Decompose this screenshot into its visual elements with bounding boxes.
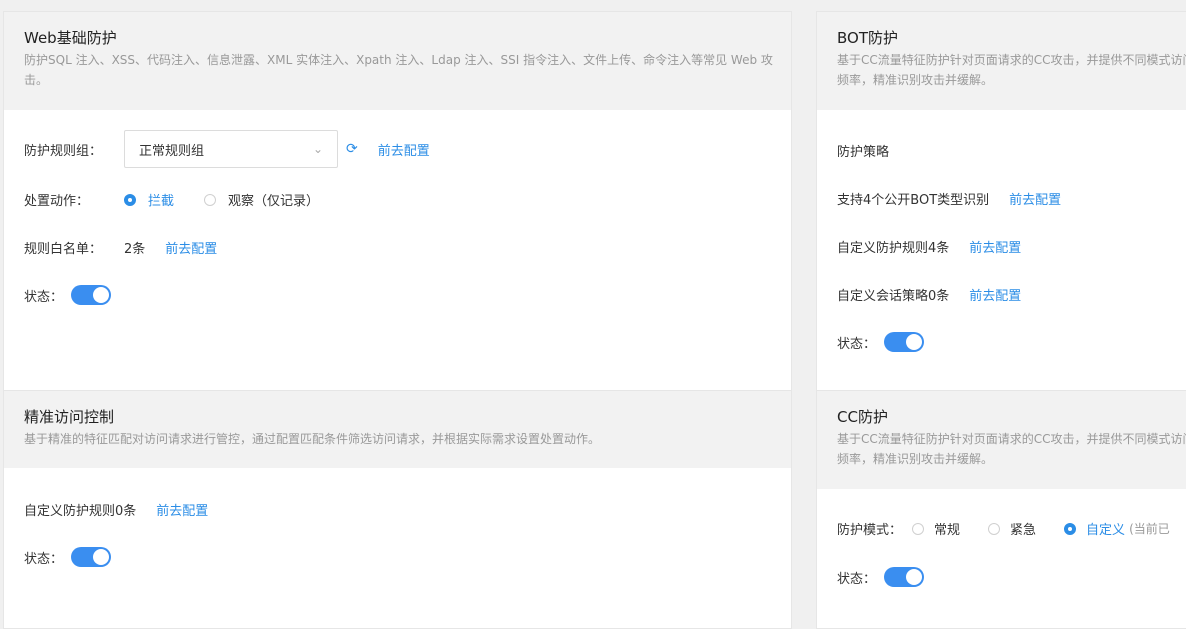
access-config-link[interactable]: 前去配置 <box>156 500 208 519</box>
bot-protection-title: BOT防护 <box>837 29 898 47</box>
web-protection-desc: 防护SQL 注入、XSS、代码注入、信息泄露、XML 实体注入、Xpath 注入… <box>24 53 773 87</box>
bot-status-row: 状态： <box>837 332 925 352</box>
bot-item1-row: 支持4个公开BOT类型识别 前去配置 <box>837 189 1061 208</box>
cc-protection-title: CC防护 <box>837 408 888 426</box>
radio-observe-label[interactable]: 观察（仅记录） <box>228 190 319 209</box>
bot-item3-config-link[interactable]: 前去配置 <box>969 285 1021 304</box>
bot-strategy-row: 防护策略 <box>837 141 889 160</box>
bot-protection-desc: 基于CC流量特征防护针对页面请求的CC攻击，并提供不同模式访问频率，精准识别攻击… <box>837 53 1186 87</box>
whitelist-config-link[interactable]: 前去配置 <box>165 238 217 257</box>
bot-protection-card: BOT防护 基于CC流量特征防护针对页面请求的CC攻击，并提供不同模式访问频率，… <box>816 11 1186 391</box>
rule-group-value: 正常规则组 <box>139 143 205 159</box>
access-rule-text: 自定义防护规则0条 <box>24 504 137 519</box>
web-protection-card: Web基础防护 防护SQL 注入、XSS、代码注入、信息泄露、XML 实体注入、… <box>3 11 792 391</box>
action-row: 处置动作： 拦截 观察（仅记录） <box>24 190 319 209</box>
status-label: 状态： <box>837 336 877 352</box>
whitelist-row: 规则白名单： 2条 前去配置 <box>24 238 217 257</box>
bot-item2-row: 自定义防护规则4条 前去配置 <box>837 237 1021 256</box>
bot-item1-config-link[interactable]: 前去配置 <box>1009 189 1061 208</box>
cc-status-toggle[interactable] <box>884 567 925 587</box>
cc-status-row: 状态： <box>837 567 925 587</box>
chevron-down-icon: ⌄ <box>312 142 323 156</box>
bot-item3-text: 自定义会话策略0条 <box>837 289 950 304</box>
cc-protection-desc: 基于CC流量特征防护针对页面请求的CC攻击，并提供不同模式访问频率，精准识别攻击… <box>837 432 1186 466</box>
status-label: 状态： <box>24 551 64 567</box>
access-control-card: 精准访问控制 基于精准的特征匹配对访问请求进行管控，通过配置匹配条件筛选访问请求… <box>3 390 792 629</box>
access-status-toggle[interactable] <box>71 547 112 567</box>
access-control-desc: 基于精准的特征匹配对访问请求进行管控，通过配置匹配条件筛选访问请求，并根据实际需… <box>24 432 601 446</box>
cc-mode-note: (当前已 <box>1129 522 1170 536</box>
bot-item3-row: 自定义会话策略0条 前去配置 <box>837 285 1021 304</box>
rule-group-config-link[interactable]: 前去配置 <box>378 140 430 159</box>
status-label: 状态： <box>837 571 877 587</box>
cc-mode-label: 防护模式： <box>837 523 903 538</box>
radio-custom-label[interactable]: 自定义 <box>1086 519 1125 538</box>
rule-group-select[interactable]: 正常规则组 ⌄ <box>124 130 338 168</box>
bot-status-toggle[interactable] <box>884 332 925 352</box>
rule-group-label: 防护规则组： <box>24 143 103 159</box>
web-status-row: 状态： <box>24 285 112 305</box>
access-control-header: 精准访问控制 基于精准的特征匹配对访问请求进行管控，通过配置匹配条件筛选访问请求… <box>4 391 791 468</box>
access-rule-row: 自定义防护规则0条 前去配置 <box>24 500 208 519</box>
radio-block[interactable] <box>124 193 136 206</box>
bot-item1-text: 支持4个公开BOT类型识别 <box>837 193 990 208</box>
web-status-toggle[interactable] <box>71 285 112 305</box>
whitelist-count: 2条 <box>124 242 146 257</box>
radio-emergency-label[interactable]: 紧急 <box>1010 519 1036 538</box>
bot-item2-config-link[interactable]: 前去配置 <box>969 237 1021 256</box>
cc-protection-header: CC防护 基于CC流量特征防护针对页面请求的CC攻击，并提供不同模式访问频率，精… <box>817 391 1186 489</box>
radio-normal[interactable] <box>912 522 925 535</box>
access-control-title: 精准访问控制 <box>24 408 115 426</box>
radio-observe[interactable] <box>204 193 217 206</box>
bot-strategy-label: 防护策略 <box>837 145 890 160</box>
rule-group-row: 防护规则组： 正常规则组 ⌄ ⟳ 前去配置 <box>24 130 430 168</box>
radio-custom[interactable] <box>1064 522 1077 535</box>
radio-normal-label[interactable]: 常规 <box>934 519 960 538</box>
access-status-row: 状态： <box>24 547 112 567</box>
web-protection-title: Web基础防护 <box>24 29 117 47</box>
bot-protection-header: BOT防护 基于CC流量特征防护针对页面请求的CC攻击，并提供不同模式访问频率，… <box>817 12 1186 110</box>
action-label: 处置动作： <box>24 194 90 209</box>
cc-protection-card: CC防护 基于CC流量特征防护针对页面请求的CC攻击，并提供不同模式访问频率，精… <box>816 390 1186 629</box>
web-protection-header: Web基础防护 防护SQL 注入、XSS、代码注入、信息泄露、XML 实体注入、… <box>4 12 791 110</box>
radio-emergency[interactable] <box>988 522 1001 535</box>
bot-item2-text: 自定义防护规则4条 <box>837 241 950 256</box>
refresh-icon[interactable]: ⟳ <box>346 141 358 157</box>
status-label: 状态： <box>24 289 64 305</box>
whitelist-label: 规则白名单： <box>24 242 103 257</box>
cc-mode-row: 防护模式： 常规 紧急 自定义 (当前已 <box>837 519 1170 538</box>
radio-block-label[interactable]: 拦截 <box>148 190 174 209</box>
